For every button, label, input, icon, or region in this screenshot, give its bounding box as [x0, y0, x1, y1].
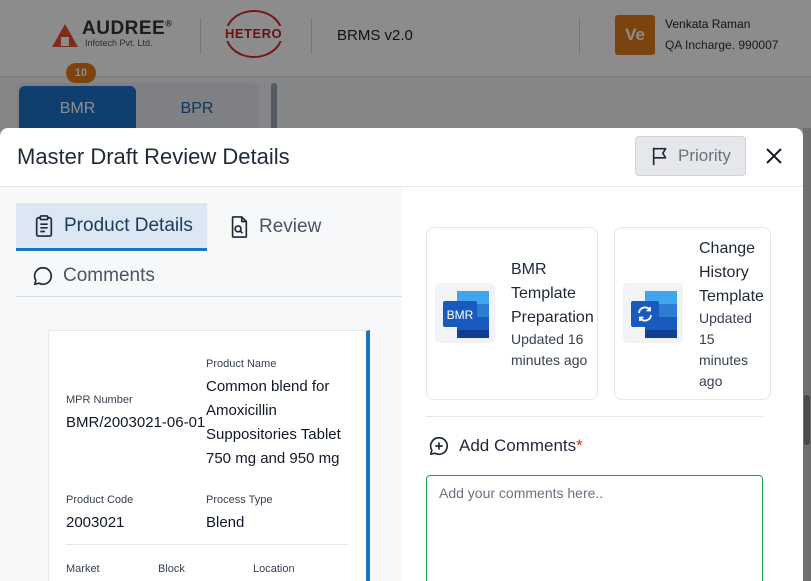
template-title-line: Preparation — [511, 309, 594, 326]
product-name-line: Common blend for — [206, 378, 330, 395]
card-divider — [66, 544, 349, 545]
tab-comments-label: Comments — [63, 265, 155, 286]
priority-button[interactable]: Priority — [635, 136, 746, 176]
tab-product-details-label: Product Details — [64, 214, 193, 236]
speech-bubble-icon — [33, 266, 53, 286]
product-name-line: 750 mg and 950 mg — [206, 450, 340, 467]
right-pane-divider — [426, 416, 763, 417]
product-name-value: Common blend for Amoxicillin Suppositori… — [206, 375, 341, 471]
priority-label: Priority — [678, 146, 731, 165]
market-label: Market — [66, 563, 100, 575]
mpr-number-label: MPR Number — [66, 394, 133, 406]
flag-icon — [652, 147, 667, 166]
template-updated-line: minutes ago — [511, 352, 588, 368]
template-title-line: Template — [511, 285, 576, 302]
template-updated-line: Updated — [699, 310, 752, 326]
change-history-document-icon — [623, 283, 683, 343]
page-scrollbar-thumb[interactable] — [804, 395, 810, 445]
clipboard-icon — [35, 214, 53, 237]
tabs-divider — [16, 296, 402, 297]
comment-input[interactable] — [426, 475, 763, 581]
template-title-line: History — [699, 264, 749, 281]
template-title-line: Template — [699, 288, 764, 305]
product-name-line: Suppositories Tablet — [206, 426, 341, 443]
product-name-label: Product Name — [206, 358, 277, 370]
template-title: BMR Template Preparation — [511, 258, 594, 330]
document-search-icon — [231, 216, 248, 238]
tab-review[interactable]: Review — [228, 203, 321, 251]
tab-review-label: Review — [259, 216, 322, 237]
add-comments-heading: Add Comments* — [428, 435, 583, 457]
process-type-label: Process Type — [206, 494, 273, 506]
process-type-value: Blend — [206, 514, 245, 531]
template-title-line: Change — [699, 240, 756, 257]
template-updated: Updated 15 minutes ago — [699, 308, 752, 392]
bmr-icon-text: BMR — [447, 308, 474, 322]
right-pane: BMR BMR Template Preparation Updated 16 … — [402, 187, 787, 581]
template-updated-line: 15 — [699, 331, 715, 347]
template-title: Change History Template — [699, 237, 764, 309]
modal-title: Master Draft Review Details — [17, 144, 290, 169]
master-draft-review-modal: Master Draft Review Details Priority Pro… — [0, 128, 803, 581]
location-label: Location — [253, 563, 295, 575]
bmr-document-icon: BMR — [435, 283, 495, 343]
bmr-template-card[interactable]: BMR BMR Template Preparation Updated 16 … — [426, 227, 598, 400]
product-name-line: Amoxicillin — [206, 402, 277, 419]
template-updated-line: minutes — [699, 352, 749, 368]
page-scrollbar-track[interactable] — [803, 128, 811, 581]
add-comment-icon — [429, 436, 449, 456]
product-code-value: 2003021 — [66, 514, 125, 531]
tab-product-details[interactable]: Product Details — [16, 203, 207, 251]
left-pane: Product Details Review Comments MPR Numb… — [0, 187, 402, 581]
tab-comments[interactable]: Comments — [32, 262, 155, 290]
block-label: Block — [158, 563, 185, 575]
product-details-card: MPR Number BMR/2003021-06-01 Product Nam… — [48, 330, 370, 581]
change-history-template-card[interactable]: Change History Template Updated 15 minut… — [614, 227, 771, 400]
template-title-line: BMR — [511, 261, 547, 278]
template-updated: Updated 16 minutes ago — [511, 329, 587, 371]
add-comments-label: Add Comments — [459, 436, 577, 455]
close-icon[interactable] — [763, 145, 785, 167]
template-updated-line: Updated 16 — [511, 331, 584, 347]
mpr-number-value: BMR/2003021-06-01 — [66, 414, 206, 431]
required-asterisk: * — [576, 436, 583, 455]
product-code-label: Product Code — [66, 494, 134, 506]
template-updated-line: ago — [699, 373, 723, 389]
